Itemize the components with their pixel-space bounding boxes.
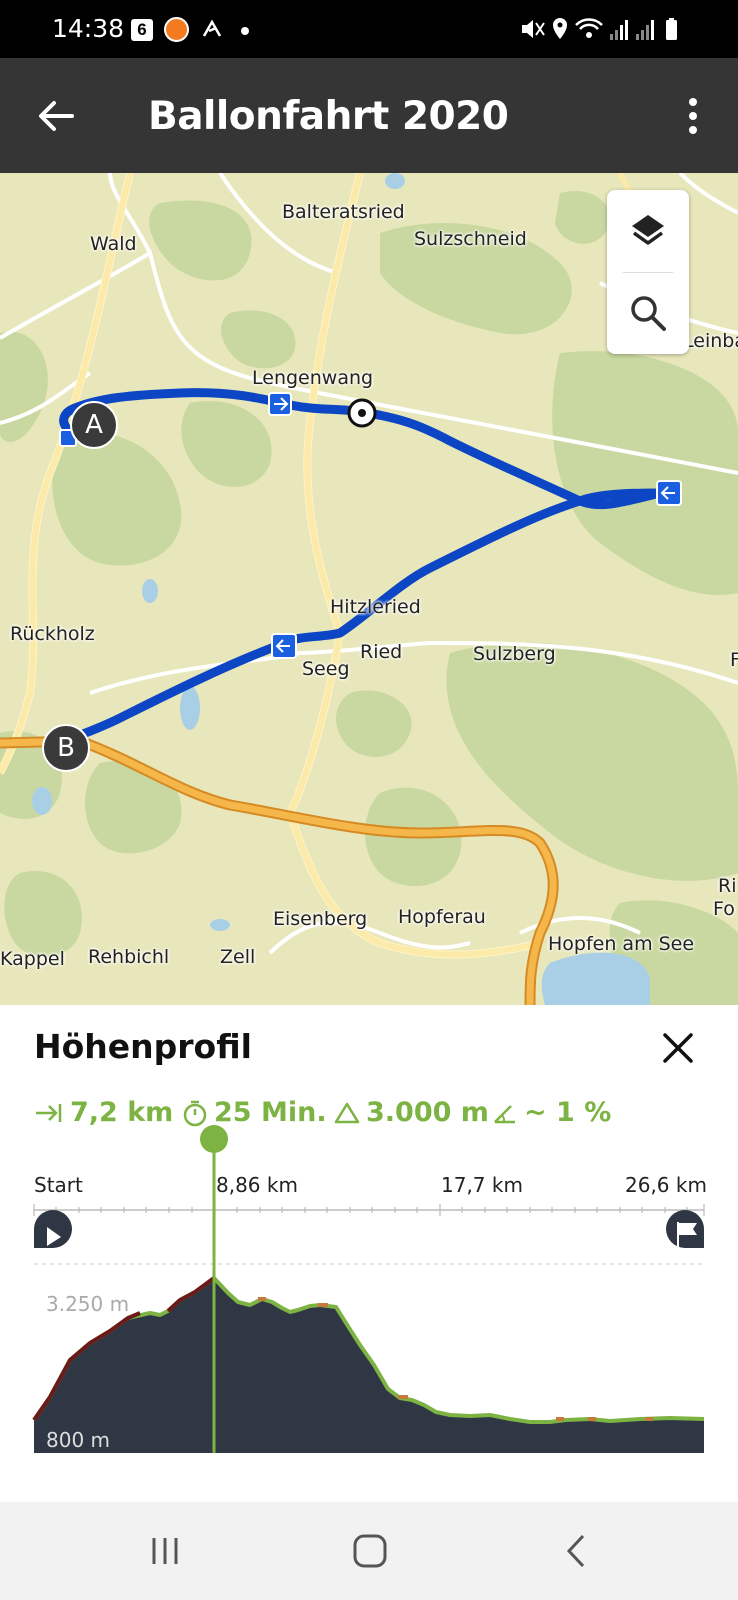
arrow-left-icon[interactable]	[36, 96, 76, 136]
place-label: Lengenwang	[252, 367, 374, 389]
status-icons	[522, 18, 677, 40]
home-icon[interactable]	[346, 1530, 396, 1572]
place-label: Hitzleried	[330, 596, 421, 618]
app-notification-icon	[164, 17, 189, 42]
place-label: Eisenberg	[273, 908, 368, 930]
start-marker[interactable]: A	[70, 401, 118, 449]
highway	[0, 737, 557, 1005]
layers-icon	[632, 215, 664, 245]
app-bar: Ballonfahrt 2020	[0, 58, 738, 173]
place-label: Seeg	[302, 658, 350, 680]
elevation-panel: Höhenprofil 7,2 km 25 Min. 3.000 m ~ 1 %…	[0, 1005, 738, 1502]
location-icon	[553, 18, 567, 39]
status-time: 14:38	[52, 14, 125, 43]
route-arrow-icon-2	[656, 480, 682, 506]
place-label: Balteratsried	[282, 201, 405, 223]
place-label: Sulzschneid	[414, 228, 527, 250]
mute-icon	[522, 20, 545, 38]
place-label: Ri	[718, 875, 737, 897]
status-bar: 14:38 6	[0, 0, 738, 58]
wifi-icon	[575, 18, 603, 38]
place-label: Hopferau	[398, 906, 486, 928]
nav-app-icon	[202, 19, 222, 37]
place-label: Fo	[713, 898, 735, 920]
route-arrow-icon-3	[271, 633, 297, 659]
back-icon[interactable]	[553, 1530, 603, 1572]
place-label: Kappel	[0, 948, 65, 970]
place-label: Ried	[360, 641, 403, 663]
notification-badge: 6	[131, 19, 153, 41]
system-nav-bar	[0, 1502, 738, 1600]
notification-dot-icon	[241, 27, 249, 35]
search-button[interactable]	[607, 272, 689, 354]
place-label: Wald	[90, 233, 137, 255]
place-label: Rehbichl	[88, 946, 170, 968]
profile-overlays	[34, 1125, 704, 1453]
signal-icon-2	[636, 20, 654, 40]
signal-icon	[610, 20, 628, 40]
position-indicator-handle	[200, 1125, 228, 1153]
place-label: Zell	[220, 946, 256, 968]
place-label: Sulzberg	[473, 643, 556, 665]
highway-outline	[0, 735, 559, 1005]
map-tools	[607, 190, 689, 354]
page-title: Ballonfahrt 2020	[148, 94, 509, 139]
layers-button[interactable]	[607, 190, 689, 272]
finish-flag-icon	[666, 1210, 704, 1248]
recent-apps-icon[interactable]	[140, 1530, 190, 1572]
more-vert-icon[interactable]	[683, 96, 703, 136]
place-label: Leinba	[683, 330, 738, 352]
place-label: Hopfen am See	[548, 933, 695, 955]
route-arrow-icon	[268, 392, 292, 416]
search-icon	[631, 296, 666, 331]
place-label: Rückholz	[10, 623, 95, 645]
play-icon	[34, 1210, 72, 1248]
battery-icon	[666, 18, 677, 40]
end-marker[interactable]: B	[42, 724, 90, 772]
place-label: F	[730, 649, 738, 671]
map-view[interactable]: Balteratsried Wald Sulzschneid Leinba Le…	[0, 173, 738, 1005]
